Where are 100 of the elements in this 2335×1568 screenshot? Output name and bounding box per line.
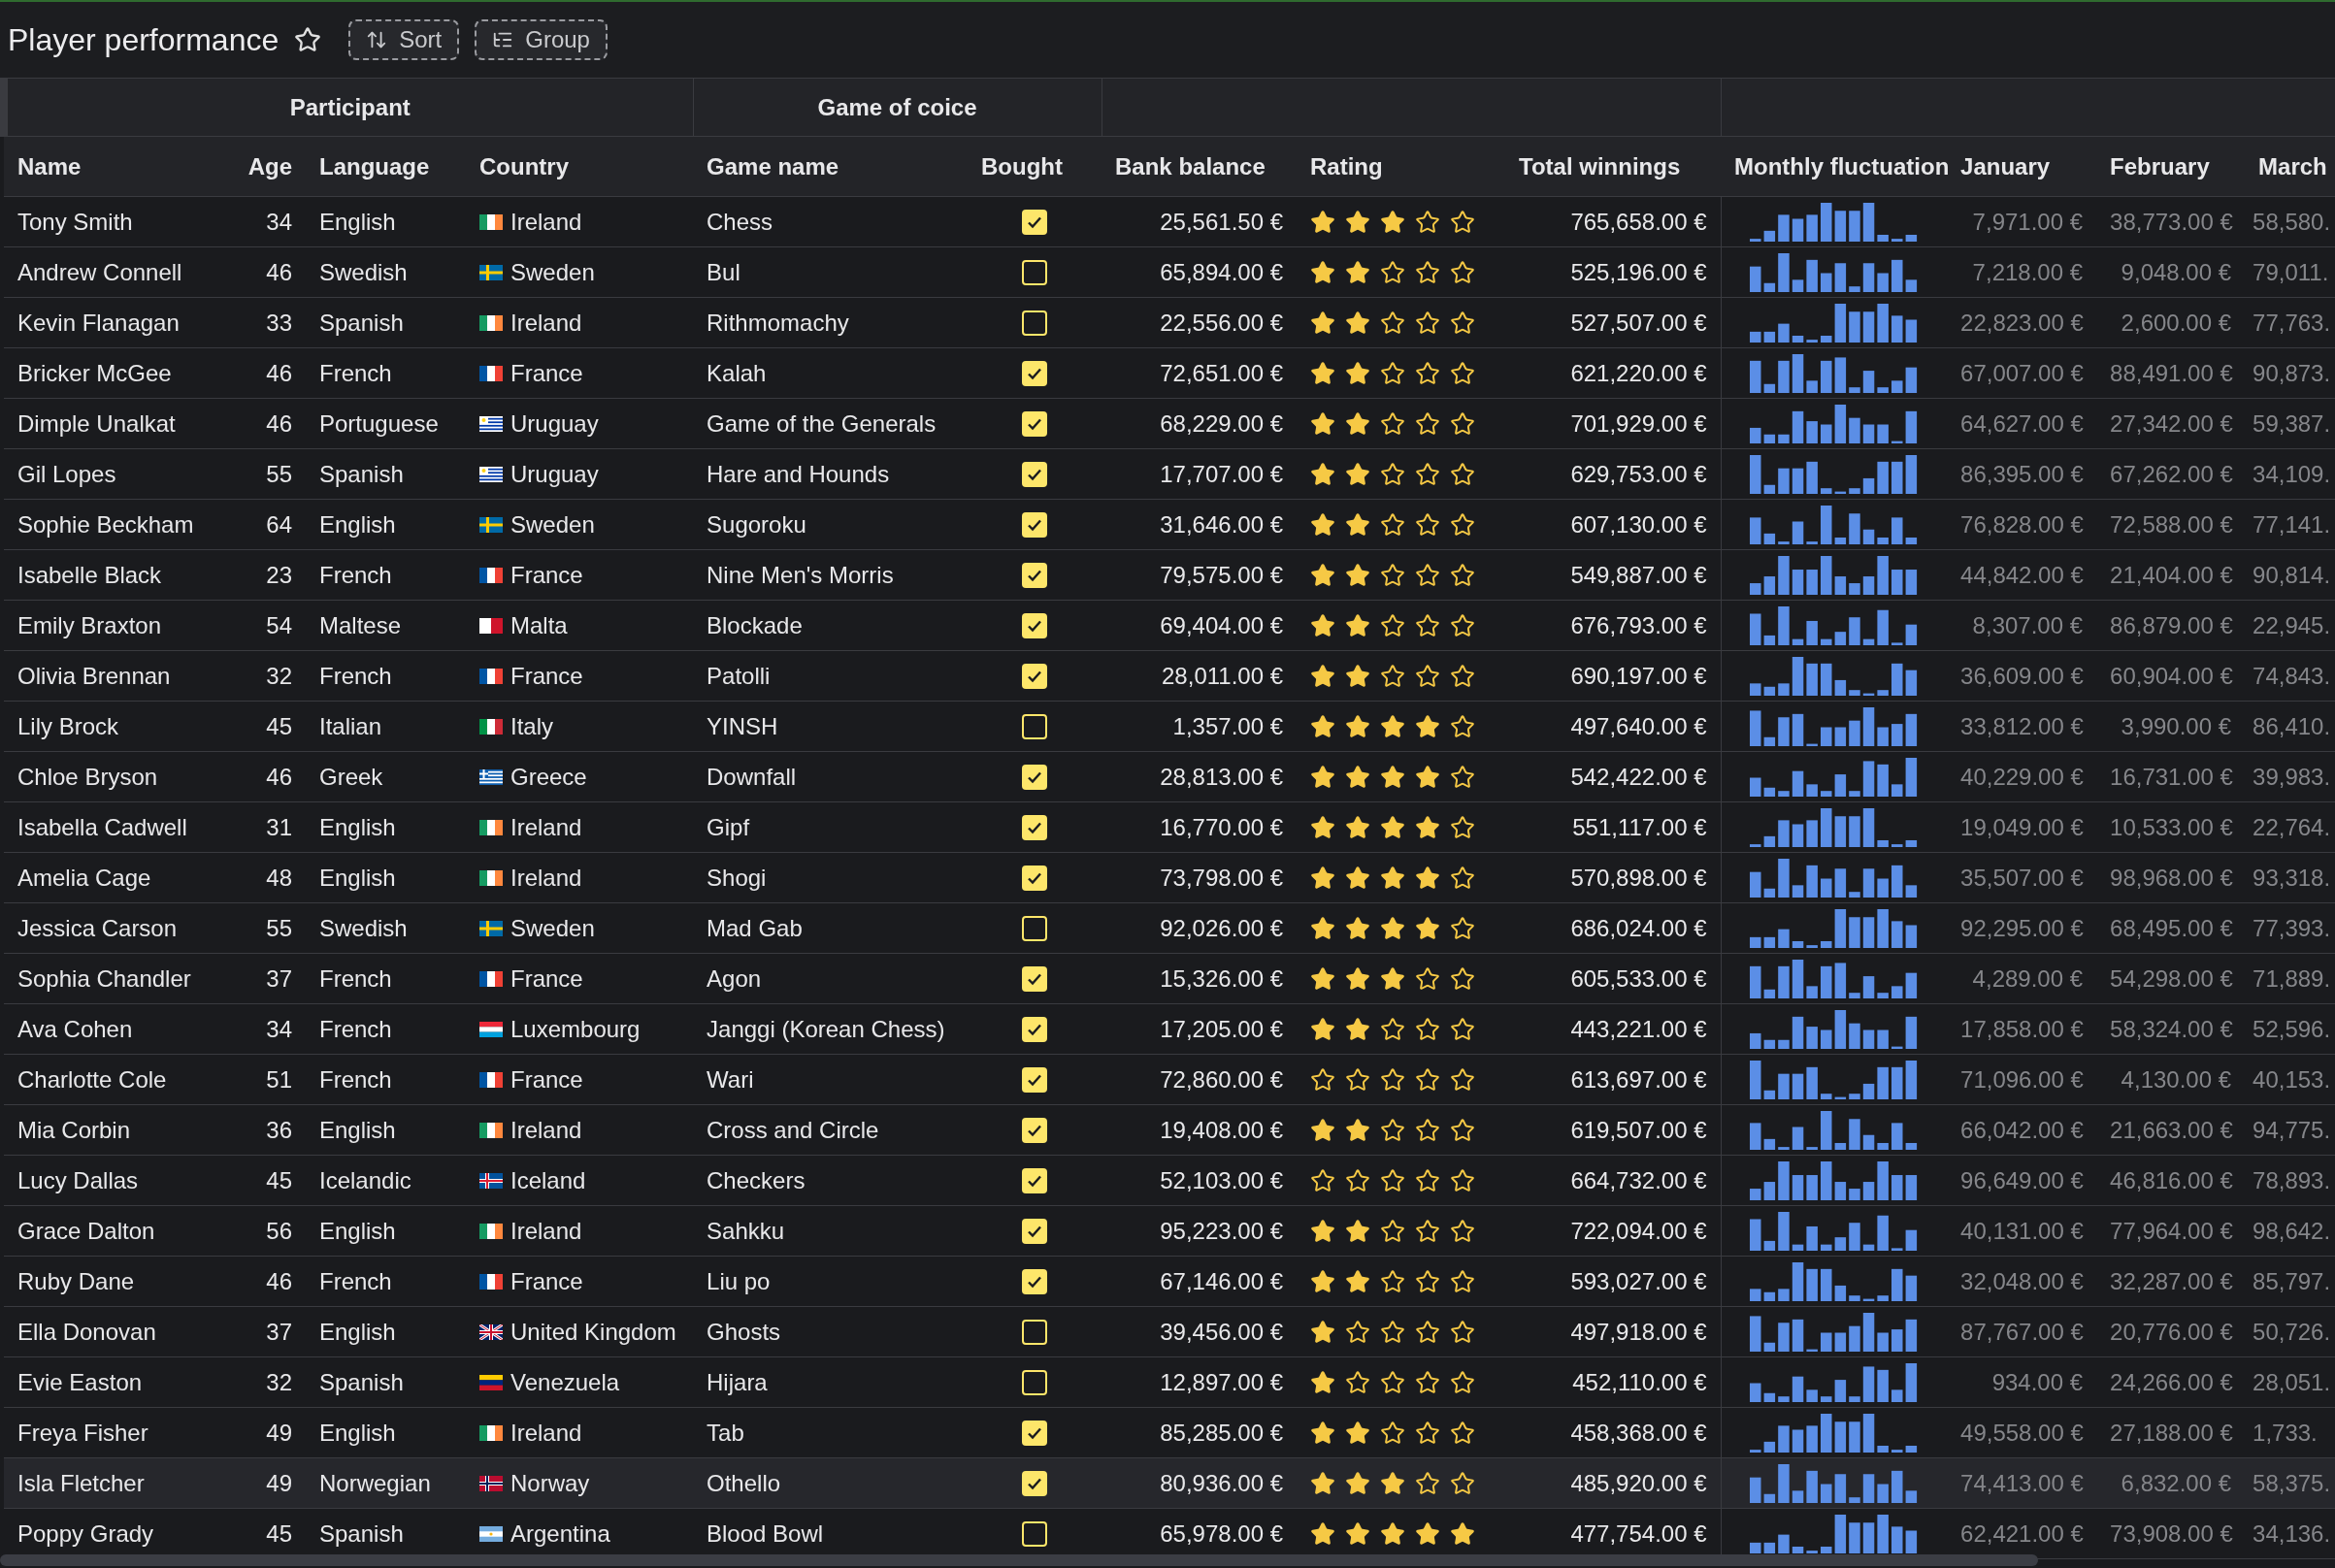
table-row[interactable]: Bricker McGee 46 French France Kalah 72,651.00 € 621,220.00 € 67,007.00 € 88,491.00 € 90,873. [4, 347, 2335, 399]
checkbox[interactable] [1022, 612, 1048, 638]
table-row[interactable]: Lucy Dallas 45 Icelandic Iceland Checkers 52,103.00 € 664,732.00 € 96,649.00 € 46,816.00 € 78,893. [4, 1155, 2335, 1206]
checkbox[interactable] [1022, 1016, 1048, 1042]
horizontal-scrollbar[interactable] [0, 1554, 2038, 1566]
column-header[interactable]: Total winnings [1519, 152, 1681, 180]
checkbox[interactable] [1022, 360, 1048, 386]
sort-button[interactable]: Sort [348, 19, 460, 60]
star-rating[interactable] [1310, 461, 1476, 487]
checkbox[interactable] [1022, 1520, 1048, 1547]
star-rating[interactable] [1310, 1520, 1476, 1547]
star-rating[interactable] [1310, 1066, 1476, 1093]
star-rating[interactable] [1310, 310, 1476, 336]
checkbox[interactable] [1022, 713, 1048, 739]
table-row[interactable]: Mia Corbin 36 English Ireland Cross and Circle 19,408.00 € 619,507.00 € 66,042.00 € 21,663.00 € 94,775. [4, 1104, 2335, 1156]
checkbox[interactable] [1022, 209, 1048, 235]
checkbox[interactable] [1022, 310, 1048, 336]
table-row[interactable]: Chloe Bryson 46 Greek Greece Downfall 28,813.00 € 542,422.00 € 40,229.00 € 16,731.00 € 39,983. [4, 751, 2335, 802]
checkbox[interactable] [1022, 915, 1048, 941]
checkbox[interactable] [1022, 1117, 1048, 1143]
table-row[interactable]: Olivia Brennan 32 French France Patolli 28,011.00 € 690,197.00 € 36,609.00 € 60,904.00 € 74,843. [4, 650, 2335, 702]
star-icon[interactable] [294, 26, 322, 53]
star-rating[interactable] [1310, 562, 1476, 588]
star-rating[interactable] [1310, 814, 1476, 840]
table-row[interactable]: Kevin Flanagan 33 Spanish Ireland Rithmomachy 22,556.00 € 527,507.00 € 22,823.00 € 2,600.00 € 77,763. [4, 297, 2335, 348]
table-row[interactable]: Lily Brock 45 Italian Italy YINSH 1,357.00 € 497,640.00 € 33,812.00 € 3,990.00 € 86,410. [4, 701, 2335, 752]
table-row[interactable]: Jessica Carson 55 Swedish Sweden Mad Gab 92,026.00 € 686,024.00 € 92,295.00 € 68,495.00 € 77,393. [4, 902, 2335, 954]
star-rating[interactable] [1310, 1420, 1476, 1446]
table-row[interactable]: Ella Donovan 37 English United Kingdom Ghosts 39,456.00 € 497,918.00 € 87,767.00 € 20,776.00 € 50,726. [4, 1306, 2335, 1357]
checkbox[interactable] [1022, 865, 1048, 891]
star-rating[interactable] [1310, 259, 1476, 285]
checkbox[interactable] [1022, 814, 1048, 840]
column-header[interactable]: February [2110, 152, 2210, 180]
table-row[interactable]: Ava Cohen 34 French Luxembourg Janggi (Korean Chess) 17,205.00 € 443,221.00 € 17,858.00 € 58,324.00 € 52,596. [4, 1003, 2335, 1055]
star-icon [1450, 1319, 1476, 1345]
column-header[interactable]: March [2258, 152, 2327, 180]
star-rating[interactable] [1310, 1470, 1476, 1496]
star-rating[interactable] [1310, 1016, 1476, 1042]
star-rating[interactable] [1310, 612, 1476, 638]
column-header[interactable]: Rating [1310, 152, 1383, 180]
checkbox[interactable] [1022, 663, 1048, 689]
table-row[interactable]: Tony Smith 34 English Ireland Chess 25,561.50 € 765,658.00 € 7,971.00 € 38,773.00 € 58,580. [4, 196, 2335, 247]
table-row[interactable]: Sophie Beckham 64 English Sweden Sugoroku 31,646.00 € 607,130.00 € 76,828.00 € 72,588.00 € 77,141. [4, 499, 2335, 550]
star-rating[interactable] [1310, 915, 1476, 941]
star-rating[interactable] [1310, 713, 1476, 739]
column-header[interactable]: Age [247, 152, 292, 180]
star-rating[interactable] [1310, 663, 1476, 689]
checkbox[interactable] [1022, 1268, 1048, 1294]
checkbox[interactable] [1022, 1470, 1048, 1496]
table-row[interactable]: Evie Easton 32 Spanish Venezuela Hijara 12,897.00 € 452,110.00 € 934.00 € 24,266.00 € 28,051. [4, 1356, 2335, 1408]
checkbox[interactable] [1022, 1218, 1048, 1244]
checkbox[interactable] [1022, 764, 1048, 790]
star-rating[interactable] [1310, 209, 1476, 235]
star-rating[interactable] [1310, 1167, 1476, 1193]
table-row[interactable]: Isla Fletcher 49 Norwegian Norway Othello 80,936.00 € 485,920.00 € 74,413.00 € 6,832.00 € 58,375. [4, 1457, 2335, 1509]
column-header[interactable]: Bank balance [1115, 152, 1266, 180]
star-rating[interactable] [1310, 511, 1476, 538]
star-rating[interactable] [1310, 1218, 1476, 1244]
table-row[interactable]: Isabelle Black 23 French France Nine Men's Morris 79,575.00 € 549,887.00 € 44,842.00 € 21,404.00 € 90,814. [4, 549, 2335, 601]
table-row[interactable]: Dimple Unalkat 46 Portuguese Uruguay Game of the Generals 68,229.00 € 701,929.00 € 64,627.00 € 27,342.00 € 59,387. [4, 398, 2335, 449]
checkbox[interactable] [1022, 1066, 1048, 1093]
table-row[interactable]: Grace Dalton 56 English Ireland Sahkku 95,223.00 € 722,094.00 € 40,131.00 € 77,964.00 € 98,642. [4, 1205, 2335, 1257]
table-row[interactable]: Gil Lopes 55 Spanish Uruguay Hare and Hounds 17,707.00 € 629,753.00 € 86,395.00 € 67,262.00 € 34,109. [4, 448, 2335, 500]
table-row[interactable]: Andrew Connell 46 Swedish Sweden Bul 65,894.00 € 525,196.00 € 7,218.00 € 9,048.00 € 79,011. [4, 246, 2335, 298]
checkbox[interactable] [1022, 1167, 1048, 1193]
country-value: Iceland [510, 1165, 586, 1195]
checkbox[interactable] [1022, 562, 1048, 588]
total-winnings: 527,507.00 € [1570, 309, 1707, 336]
checkbox[interactable] [1022, 1420, 1048, 1446]
table-row[interactable]: Amelia Cage 48 English Ireland Shogi 73,798.00 € 570,898.00 € 35,507.00 € 98,968.00 € 93,318. [4, 852, 2335, 903]
table-row[interactable]: Emily Braxton 54 Maltese Malta Blockade 69,404.00 € 676,793.00 € 8,307.00 € 86,879.00 € 22,945. [4, 600, 2335, 651]
column-header[interactable]: Monthly fluctuation [1734, 152, 1950, 180]
column-header[interactable]: January [1960, 152, 2051, 180]
star-rating[interactable] [1310, 1319, 1476, 1345]
column-header[interactable]: Game name [707, 152, 839, 180]
table-row[interactable]: Charlotte Cole 51 French France Wari 72,860.00 € 613,697.00 € 71,096.00 € 4,130.00 € 40,153. [4, 1054, 2335, 1105]
star-rating[interactable] [1310, 965, 1476, 992]
checkbox[interactable] [1022, 965, 1048, 992]
star-rating[interactable] [1310, 865, 1476, 891]
group-button[interactable]: Group [475, 19, 608, 60]
table-row[interactable]: Freya Fisher 49 English Ireland Tab 85,285.00 € 458,368.00 € 49,558.00 € 27,188.00 € 1,733. [4, 1407, 2335, 1458]
star-rating[interactable] [1310, 1268, 1476, 1294]
star-rating[interactable] [1310, 1369, 1476, 1395]
column-header[interactable]: Language [319, 152, 430, 180]
star-rating[interactable] [1310, 410, 1476, 437]
star-rating[interactable] [1310, 1117, 1476, 1143]
column-header[interactable]: Name [17, 152, 82, 180]
column-header[interactable]: Bought [981, 152, 1063, 180]
checkbox[interactable] [1022, 410, 1048, 437]
star-rating[interactable] [1310, 764, 1476, 790]
table-row[interactable]: Ruby Dane 46 French France Liu po 67,146.00 € 593,027.00 € 32,048.00 € 32,287.00 € 85,797. [4, 1256, 2335, 1307]
checkbox[interactable] [1022, 1319, 1048, 1345]
column-header[interactable]: Country [479, 152, 569, 180]
checkbox[interactable] [1022, 1369, 1048, 1395]
table-row[interactable]: Sophia Chandler 37 French France Agon 15,326.00 € 605,533.00 € 4,289.00 € 54,298.00 € 71,889. [4, 953, 2335, 1004]
table-row[interactable]: Isabella Cadwell 31 English Ireland Gipf 16,770.00 € 551,117.00 € 19,049.00 € 10,533.00 € 22,764. [4, 801, 2335, 853]
checkbox[interactable] [1022, 461, 1048, 487]
checkbox[interactable] [1022, 511, 1048, 538]
checkbox[interactable] [1022, 259, 1048, 285]
star-rating[interactable] [1310, 360, 1476, 386]
